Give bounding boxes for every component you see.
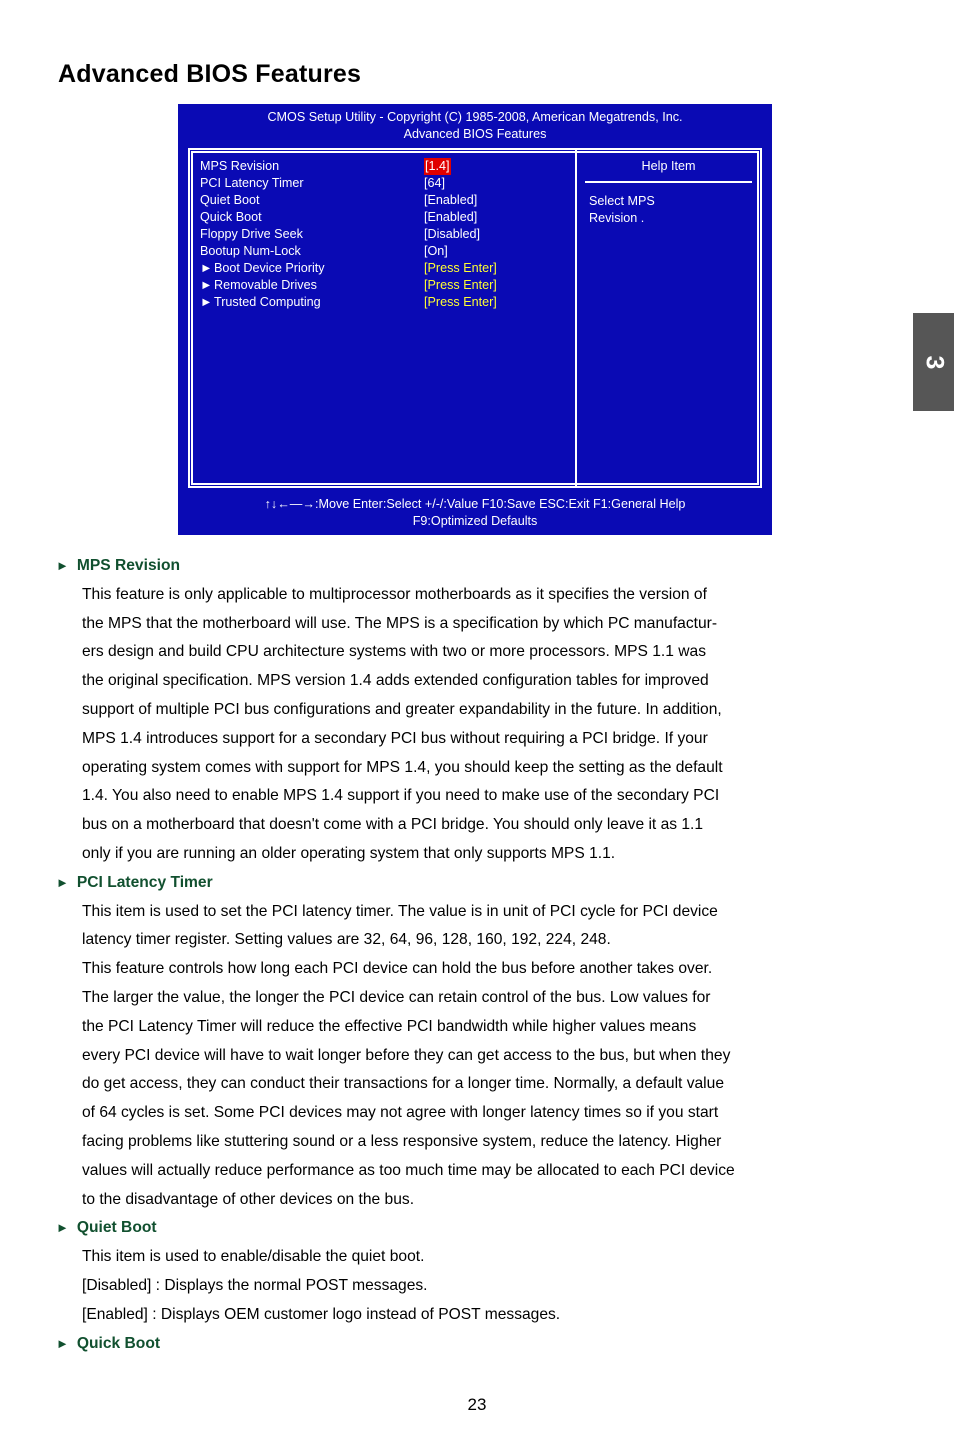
setting-label: ► Removable Drives [200, 277, 424, 294]
setting-label: ► Boot Device Priority [200, 260, 424, 277]
help-panel-text: Select MPS Revision . [577, 183, 760, 226]
setting-row-floppy-drive-seek[interactable]: Floppy Drive Seek [Disabled] [200, 226, 575, 243]
help-text-line2: Revision . [589, 210, 645, 225]
paragraph-line: latency timer register. Setting values a… [82, 931, 611, 949]
paragraph-line: ers design and build CPU architecture sy… [82, 643, 706, 661]
triangle-bullet-icon: ► [56, 558, 69, 573]
setting-row-removable-drives[interactable]: ► Removable Drives [Press Enter] [200, 277, 575, 294]
triangle-bullet-icon: ► [56, 1335, 69, 1351]
paragraph-line: This item is used to enable/disable the … [82, 1248, 425, 1266]
setting-label-text: Trusted Computing [214, 295, 321, 309]
setting-value[interactable]: [On] [424, 243, 448, 260]
setting-label: Quick Boot [200, 210, 262, 224]
paragraph-line: every PCI device will have to wait longe… [82, 1046, 731, 1064]
submenu-arrow-icon: ► [200, 261, 213, 275]
bios-help-panel: Help Item Select MPS Revision . [577, 150, 760, 486]
setting-row-quick-boot[interactable]: Quick Boot [Enabled] [200, 209, 575, 226]
paragraph-line: facing problems like stuttering sound or… [82, 1132, 722, 1150]
bios-body: MPS Revision [1.4] PCI Latency Timer [64… [188, 148, 762, 488]
setting-value[interactable]: [Press Enter] [424, 260, 497, 277]
paragraph-line: do get access, they can conduct their tr… [82, 1075, 724, 1093]
setting-value[interactable]: [Disabled] [424, 226, 480, 243]
section-heading-text: Quick Boot [76, 1334, 161, 1352]
setting-value[interactable]: [Enabled] [424, 209, 477, 226]
paragraph-line: [Disabled] : Displays the normal POST me… [82, 1276, 428, 1294]
paragraph-line: operating system comes with support for … [82, 758, 723, 776]
paragraph-line: bus on a motherboard that doesn't come w… [82, 816, 704, 834]
paragraph-line: This feature is only applicable to multi… [82, 585, 707, 603]
setting-row-boot-device-priority[interactable]: ► Boot Device Priority [Press Enter] [200, 260, 575, 277]
setting-value[interactable]: [64] [424, 175, 445, 192]
setting-label: PCI Latency Timer [200, 176, 304, 190]
paragraph-line: the PCI Latency Timer will reduce the ef… [82, 1017, 697, 1035]
bios-header-line1: CMOS Setup Utility - Copyright (C) 1985-… [267, 110, 683, 124]
paragraph-line: only if you are running an older operati… [82, 844, 616, 862]
chapter-tab-number: 3 [920, 355, 948, 369]
setting-value[interactable]: [Press Enter] [424, 277, 497, 294]
paragraph-line: support of multiple PCI bus configuratio… [82, 700, 722, 718]
bios-setup-screen: CMOS Setup Utility - Copyright (C) 1985-… [178, 104, 772, 535]
section-heading-text: Quiet Boot [76, 1219, 157, 1237]
help-text-line1: Select MPS [589, 194, 655, 209]
paragraph-line: the MPS that the motherboard will use. T… [82, 614, 718, 632]
document-body: ► MPS Revision This feature is only appli… [56, 552, 904, 1358]
section-paragraph-mps-revision: This feature is only applicable to multi… [82, 581, 904, 869]
setting-label: ► Trusted Computing [200, 294, 424, 311]
submenu-arrow-icon: ► [200, 278, 213, 292]
section-heading-quick-boot: ► Quick Boot [56, 1330, 904, 1359]
submenu-arrow-icon: ► [200, 295, 213, 309]
paragraph-line: values will actually reduce performance … [82, 1161, 735, 1179]
setting-label: Floppy Drive Seek [200, 227, 303, 241]
page-number: 23 [467, 1395, 487, 1414]
paragraph-line: The larger the value, the longer the PCI… [82, 988, 711, 1006]
paragraph-line: This feature controls how long each PCI … [82, 960, 713, 978]
help-panel-title: Help Item [641, 159, 696, 173]
page-title: Advanced BIOS Features [58, 60, 362, 88]
paragraph-line: the original specification. MPS version … [82, 672, 709, 690]
section-heading-text: MPS Revision [76, 557, 180, 574]
setting-row-quiet-boot[interactable]: Quiet Boot [Enabled] [200, 192, 575, 209]
section-heading-pci-latency-timer: ► PCI Latency Timer [56, 869, 904, 898]
bios-header: CMOS Setup Utility - Copyright (C) 1985-… [178, 104, 772, 144]
setting-label: Bootup Num-Lock [200, 244, 301, 258]
paragraph-line: to the disadvantage of other devices on … [82, 1190, 415, 1208]
bios-settings-list: MPS Revision [1.4] PCI Latency Timer [64… [190, 150, 575, 486]
paragraph-line: This item is used to set the PCI latency… [82, 902, 718, 920]
chapter-tab: 3 [913, 313, 954, 411]
setting-row-pci-latency-timer[interactable]: PCI Latency Timer [64] [200, 175, 575, 192]
setting-value[interactable]: [1.4] [424, 158, 451, 176]
setting-row-mps-revision[interactable]: MPS Revision [1.4] [200, 158, 575, 176]
paragraph-line: 1.4. You also need to enable MPS 1.4 sup… [82, 787, 720, 805]
setting-row-bootup-num-lock[interactable]: Bootup Num-Lock [On] [200, 243, 575, 260]
section-heading-text: PCI Latency Timer [76, 873, 213, 891]
section-heading-quiet-boot: ► Quiet Boot [56, 1214, 904, 1243]
paragraph-line: MPS 1.4 introduces support for a seconda… [82, 729, 708, 747]
section-paragraph-pci-latency-timer: This item is used to set the PCI latency… [82, 898, 904, 1215]
triangle-bullet-icon: ► [56, 874, 69, 890]
section-paragraph-quiet-boot: This item is used to enable/disable the … [82, 1243, 904, 1329]
bios-footer: ↑↓←—→:Move Enter:Select +/-/:Value F10:S… [178, 496, 772, 530]
bios-footer-defaults: F9:Optimized Defaults [412, 514, 538, 528]
setting-label-text: Removable Drives [214, 278, 317, 292]
paragraph-line: [Enabled] : Displays OEM customer logo i… [82, 1305, 561, 1323]
setting-label: Quiet Boot [200, 193, 260, 207]
paragraph-line: of 64 cycles is set. Some PCI devices ma… [82, 1104, 719, 1122]
triangle-bullet-icon: ► [56, 1220, 69, 1236]
setting-label: MPS Revision [200, 159, 280, 173]
setting-value[interactable]: [Press Enter] [424, 294, 497, 311]
section-heading-mps-revision: ► MPS Revision [56, 552, 904, 581]
setting-value[interactable]: [Enabled] [424, 192, 477, 209]
bios-header-line2: Advanced BIOS Features [403, 127, 547, 142]
setting-label-text: Boot Device Priority [214, 261, 325, 275]
bios-footer-keys: ↑↓←—→:Move Enter:Select +/-/:Value F10:S… [264, 497, 686, 511]
setting-row-trusted-computing[interactable]: ► Trusted Computing [Press Enter] [200, 294, 575, 311]
